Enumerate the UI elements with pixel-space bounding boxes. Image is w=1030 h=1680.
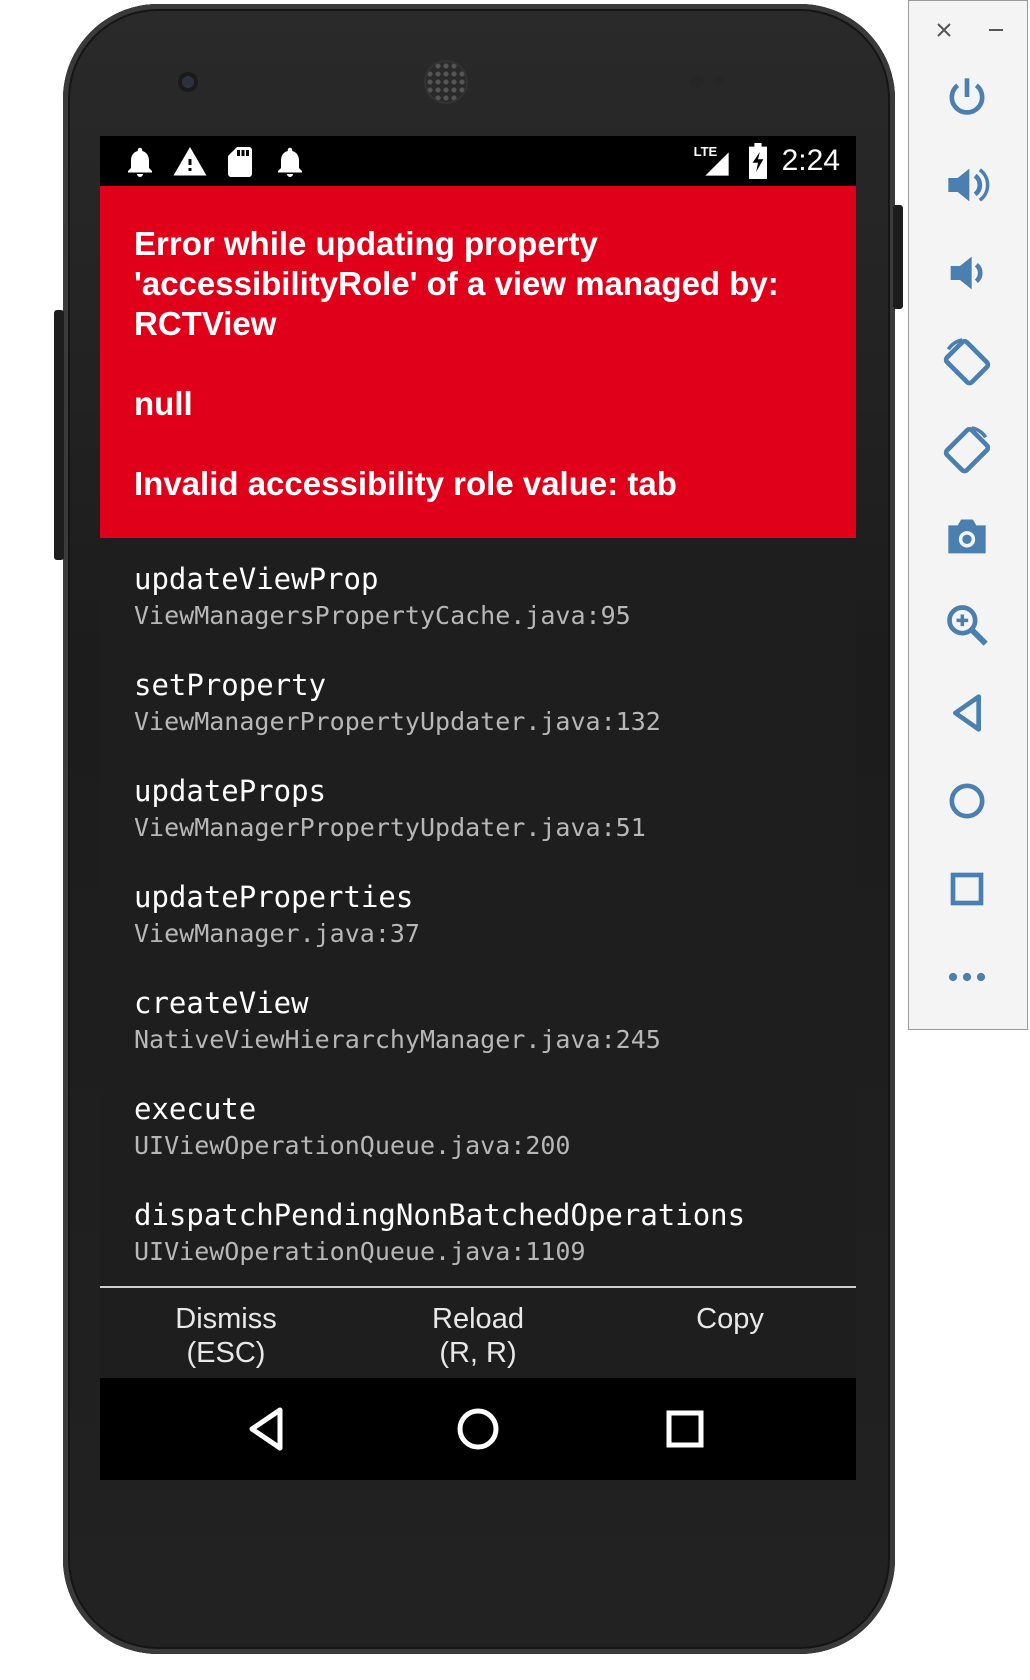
stack-frame-method: execute	[134, 1092, 257, 1126]
stack-frame-file: ViewManagerPropertyUpdater.java:132	[134, 707, 661, 736]
reload-label: Reload	[432, 1303, 524, 1335]
status-bar: LTE 2:24	[100, 136, 856, 186]
minimize-icon	[989, 29, 1003, 31]
back-icon	[249, 1407, 283, 1451]
stack-frame-file: ViewManagerPropertyUpdater.java:51	[134, 813, 646, 842]
rotate-right-icon	[943, 426, 991, 474]
signal-icon: LTE	[694, 144, 734, 178]
zoom-icon	[947, 605, 988, 646]
back-icon	[953, 694, 981, 732]
error-message: Invalid accessibility role value: tab	[134, 465, 677, 502]
redbox-actions: Dismiss (ESC) Reload (R, R) Copy	[100, 1288, 856, 1378]
rotate-left-icon	[943, 338, 991, 386]
close-window-button[interactable]	[929, 15, 959, 45]
error-detail: null	[134, 385, 193, 422]
minimize-window-button[interactable]	[981, 15, 1011, 45]
dismiss-shortcut: (ESC)	[186, 1337, 266, 1369]
proximity-sensor	[690, 74, 704, 88]
warning-icon	[173, 147, 207, 176]
stack-frame-file: ViewManager.java:37	[134, 919, 420, 948]
recents-icon	[666, 1410, 704, 1448]
stack-frame[interactable]: execute UIViewOperationQueue.java:200	[134, 1090, 834, 1164]
error-title: Error while updating property 'accessibi…	[134, 225, 779, 342]
nav-recents-button[interactable]	[660, 1404, 710, 1454]
power-icon	[949, 78, 985, 115]
more-button[interactable]	[939, 949, 995, 1005]
copy-label: Copy	[696, 1303, 764, 1335]
reload-button[interactable]: Reload (R, R)	[352, 1302, 604, 1370]
stack-frame[interactable]: setProperty ViewManagerPropertyUpdater.j…	[134, 666, 834, 740]
emulator-window: LTE 2:24 Error while updating property '…	[0, 0, 1030, 1680]
notification-bell-icon	[278, 147, 302, 177]
volume-hardware-button	[54, 310, 64, 560]
overview-icon	[950, 872, 984, 906]
stack-frame-method: dispatchPendingNonBatchedOperations	[134, 1198, 746, 1232]
more-icon	[948, 972, 986, 982]
home-icon	[949, 783, 985, 819]
stack-frame[interactable]: updateProperties ViewManager.java:37	[134, 878, 834, 952]
stack-frame-file: NativeViewHierarchyManager.java:245	[134, 1025, 661, 1054]
stack-frame-file: ViewManagersPropertyCache.java:95	[134, 601, 631, 630]
power-hardware-button	[893, 205, 903, 309]
rotate-right-button[interactable]	[939, 421, 995, 477]
home-button[interactable]	[939, 773, 995, 829]
stack-frame-file: UIViewOperationQueue.java:1109	[134, 1237, 586, 1266]
reload-shortcut: (R, R)	[439, 1337, 517, 1369]
copy-button[interactable]: Copy	[604, 1302, 856, 1336]
battery-charging-icon	[748, 143, 767, 179]
stack-frame-method: updateViewProp	[134, 562, 379, 596]
stack-frame-method: setProperty	[134, 668, 327, 702]
volume-down-icon	[950, 256, 983, 290]
screenshot-button[interactable]	[939, 509, 995, 565]
nav-back-button[interactable]	[242, 1404, 292, 1454]
stack-frame[interactable]: dispatchPendingNonBatchedOperations UIVi…	[134, 1196, 834, 1270]
dismiss-label: Dismiss	[175, 1303, 277, 1335]
stack-frame-method: updateProps	[134, 774, 327, 808]
stack-frame-file: UIViewOperationQueue.java:200	[134, 1131, 571, 1160]
volume-up-icon	[948, 168, 990, 202]
front-camera	[178, 72, 198, 92]
volume-up-button[interactable]	[939, 157, 995, 213]
emulator-toolbar	[908, 0, 1028, 1030]
home-icon	[457, 1408, 499, 1450]
back-button[interactable]	[939, 685, 995, 741]
stack-frame-method: createView	[134, 986, 309, 1020]
stack-frame[interactable]: updateProps ViewManagerPropertyUpdater.j…	[134, 772, 834, 846]
notification-bell-icon	[128, 147, 152, 177]
stack-frame[interactable]: updateViewProp ViewManagersPropertyCache…	[134, 560, 834, 634]
earpiece-speaker	[424, 60, 468, 104]
camera-icon	[948, 519, 986, 554]
nav-home-button[interactable]	[453, 1404, 503, 1454]
device-screen: LTE 2:24 Error while updating property '…	[100, 136, 856, 1480]
android-nav-bar	[100, 1378, 856, 1480]
close-icon	[937, 23, 951, 37]
zoom-button[interactable]	[939, 597, 995, 653]
error-header: Error while updating property 'accessibi…	[100, 186, 856, 538]
power-button[interactable]	[939, 69, 995, 125]
rotate-left-button[interactable]	[939, 333, 995, 389]
dismiss-button[interactable]: Dismiss (ESC)	[100, 1302, 352, 1370]
volume-down-button[interactable]	[939, 245, 995, 301]
overview-button[interactable]	[939, 861, 995, 917]
status-time: 2:24	[781, 144, 840, 177]
sd-card-icon	[228, 147, 252, 177]
stack-frame[interactable]: createView NativeViewHierarchyManager.ja…	[134, 984, 834, 1058]
stack-frame-method: updateProperties	[134, 880, 414, 914]
light-sensor	[713, 76, 723, 86]
